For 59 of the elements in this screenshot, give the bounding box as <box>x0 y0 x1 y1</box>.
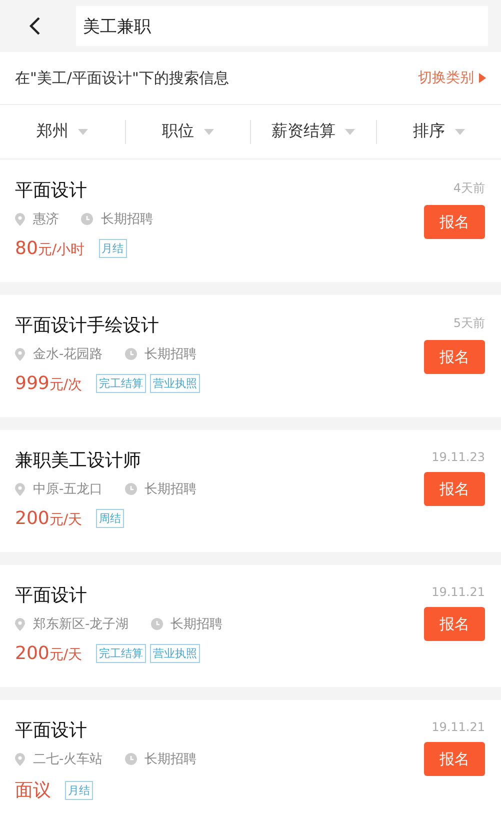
duration-text: 长期招聘 <box>144 481 197 498</box>
location-pin-icon <box>15 348 25 360</box>
duration-text: 长期招聘 <box>170 616 223 633</box>
filter-dropdown[interactable]: 郑州 <box>0 121 124 142</box>
tag: 周结 <box>96 509 124 528</box>
job-card[interactable]: 平面设计 惠济 长期招聘 80元/小时 月结 4天前 报名 <box>0 160 501 282</box>
job-title: 平面设计手绘设计 <box>15 314 160 337</box>
tag: 月结 <box>65 780 93 800</box>
clock-icon <box>124 753 137 765</box>
salary-text: 面议 <box>15 779 51 802</box>
post-time: 5天前 <box>453 315 485 332</box>
location-pin-icon <box>15 618 25 630</box>
post-time: 19.11.23 <box>432 450 485 464</box>
triangle-icon <box>479 73 486 83</box>
job-card[interactable]: 平面设计 二七-火车站 长期招聘 面议 月结 19.11.21 报名 <box>0 700 501 815</box>
job-card[interactable]: 平面设计手绘设计 金水-花园路 长期招聘 999元/次 完工结算 营业执照 5天前 报名 <box>0 295 501 417</box>
location-text: 中原-五龙口 <box>33 481 103 498</box>
clock-icon <box>81 213 93 225</box>
tag: 营业执照 <box>150 374 200 393</box>
job-title: 平面设计 <box>15 584 88 607</box>
post-time: 4天前 <box>453 180 485 197</box>
location-text: 惠济 <box>33 211 59 228</box>
location-pin-icon <box>15 752 25 766</box>
post-time: 19.11.21 <box>432 585 485 599</box>
clock-icon <box>124 483 137 495</box>
location-text: 金水-花园路 <box>33 346 103 363</box>
location-pin-icon <box>15 482 25 496</box>
filter-dropdown[interactable]: 排序 <box>376 121 501 142</box>
location-text: 郑东新区-龙子湖 <box>33 616 129 633</box>
salary-text: 80元/小时 <box>15 238 85 259</box>
clock-icon <box>124 348 137 360</box>
tag: 完工结算 <box>96 644 146 663</box>
caret-icon <box>78 128 88 134</box>
tag: 完工结算 <box>96 374 146 393</box>
tag: 月结 <box>98 239 127 258</box>
post-time: 19.11.21 <box>432 720 485 734</box>
back-icon[interactable] <box>28 16 42 36</box>
caret-icon <box>345 128 356 134</box>
job-card[interactable]: 平面设计 郑东新区-龙子湖 长期招聘 200元/天 完工结算 营业执照 19.11.21 报名 <box>0 565 501 687</box>
job-card[interactable]: 兼职美工设计师 中原-五龙口 长期招聘 200元/天 周结 19.11.23 报名 <box>0 430 501 552</box>
job-title: 兼职美工设计师 <box>15 449 142 472</box>
salary-text: 200元/天 <box>15 508 82 529</box>
location-text: 二七-火车站 <box>33 751 103 768</box>
search-field[interactable]: 美工兼职 <box>76 6 488 46</box>
clock-icon <box>150 618 163 630</box>
duration-text: 长期招聘 <box>144 751 197 768</box>
tag: 营业执照 <box>150 644 200 663</box>
job-title: 平面设计 <box>15 719 88 742</box>
salary-text: 999元/次 <box>15 373 82 394</box>
job-title: 平面设计 <box>15 179 88 202</box>
search-context-text: 在"美工/平面设计"下的搜索信息 <box>15 68 229 88</box>
filter-dropdown[interactable]: 薪资结算 <box>251 121 376 142</box>
caret-icon <box>204 128 214 134</box>
duration-text: 长期招聘 <box>101 211 153 228</box>
duration-text: 长期招聘 <box>144 346 197 363</box>
filter-dropdown[interactable]: 职位 <box>126 121 250 142</box>
caret-icon <box>454 128 465 134</box>
location-pin-icon <box>15 212 25 226</box>
salary-text: 200元/天 <box>15 643 82 664</box>
